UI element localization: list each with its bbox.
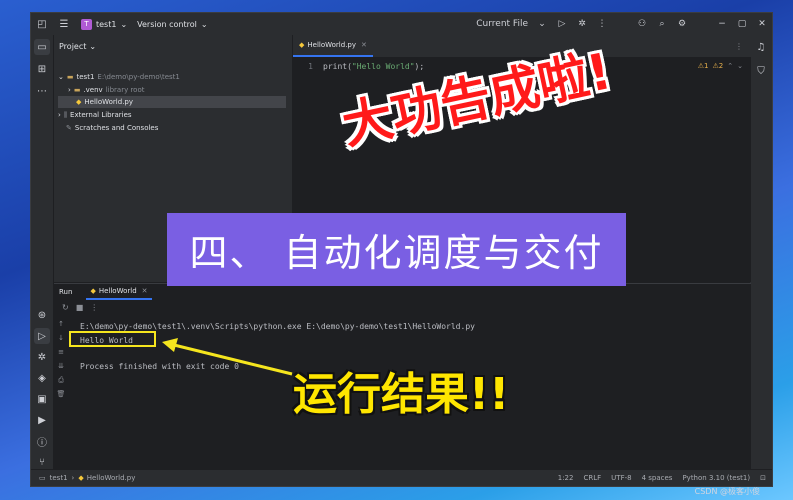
- result-caption: 运行结果!!: [293, 369, 510, 420]
- watermark: CSDN @极客小俊: [694, 487, 760, 496]
